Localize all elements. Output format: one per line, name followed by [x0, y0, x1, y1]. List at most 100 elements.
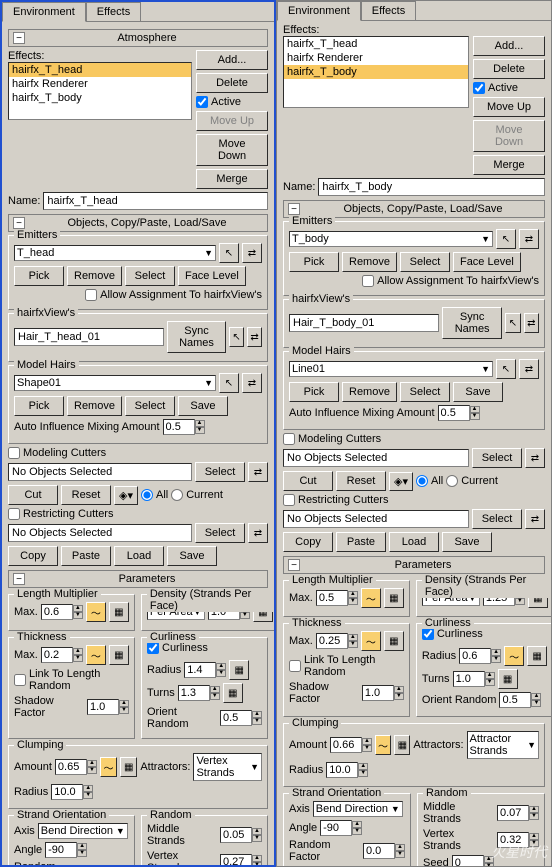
- copy-button[interactable]: Copy: [283, 532, 333, 552]
- reset-button[interactable]: Reset: [336, 471, 386, 491]
- thick-spinner[interactable]: ▲▼: [316, 633, 358, 649]
- modeling-cutters-checkbox[interactable]: Modeling Cutters: [8, 447, 106, 459]
- orient-spinner[interactable]: ▲▼: [220, 710, 262, 726]
- load-button[interactable]: Load: [389, 532, 439, 552]
- link-length-checkbox[interactable]: Link To Length Random: [289, 654, 404, 678]
- link-icon[interactable]: ⇄: [524, 313, 539, 333]
- name-input[interactable]: [318, 178, 545, 196]
- atmosphere-header[interactable]: −Atmosphere: [8, 29, 268, 47]
- pick-icon[interactable]: ↖: [219, 243, 239, 263]
- active-checkbox[interactable]: Active: [473, 82, 545, 94]
- load-button[interactable]: Load: [114, 546, 164, 566]
- save-button[interactable]: Save: [167, 546, 217, 566]
- select-button[interactable]: Select: [195, 523, 245, 543]
- auto-influence-spinner[interactable]: ▲▼: [163, 419, 205, 435]
- curve-icon[interactable]: 〜: [86, 602, 106, 622]
- collapse-icon[interactable]: −: [288, 203, 300, 215]
- list-item[interactable]: hairfx Renderer: [284, 51, 468, 65]
- collapse-icon[interactable]: −: [13, 32, 25, 44]
- pick-icon[interactable]: ↖: [496, 359, 516, 379]
- map-icon[interactable]: ▦: [528, 588, 548, 608]
- density-mode-combo[interactable]: Per Area▼: [422, 590, 480, 606]
- curliness-checkbox[interactable]: Curliness: [147, 642, 208, 654]
- auto-influence-spinner[interactable]: ▲▼: [438, 405, 480, 421]
- reset-button[interactable]: Reset: [61, 485, 111, 505]
- map-icon[interactable]: ▦: [223, 683, 243, 703]
- tab-effects[interactable]: Effects: [361, 1, 416, 20]
- max-spinner[interactable]: ▲▼: [41, 604, 83, 620]
- diamond-button[interactable]: ◈▾: [114, 486, 138, 505]
- effects-listbox[interactable]: hairfx_T_head hairfx Renderer hairfx_T_b…: [8, 62, 192, 120]
- effects-listbox[interactable]: hairfx_T_head hairfx Renderer hairfx_T_b…: [283, 36, 469, 108]
- tab-environment[interactable]: Environment: [2, 2, 86, 22]
- list-item[interactable]: hairfx Renderer: [9, 77, 191, 91]
- remove-button[interactable]: Remove: [342, 252, 397, 272]
- amount-spinner[interactable]: ▲▼: [55, 759, 97, 775]
- paste-button[interactable]: Paste: [336, 532, 386, 552]
- hairview-input[interactable]: [289, 314, 439, 332]
- parameters-header[interactable]: −Parameters: [283, 556, 545, 574]
- tab-environment[interactable]: Environment: [277, 1, 361, 21]
- radius-spinner[interactable]: ▲▼: [184, 662, 226, 678]
- list-item[interactable]: hairfx_T_head: [284, 37, 468, 51]
- map-icon[interactable]: ▦: [120, 757, 137, 777]
- clump-radius-spinner[interactable]: ▲▼: [51, 784, 93, 800]
- link-icon[interactable]: ⇄: [248, 462, 268, 482]
- select-button[interactable]: Select: [195, 462, 245, 482]
- turns-spinner[interactable]: ▲▼: [178, 685, 220, 701]
- remove-button[interactable]: Remove: [67, 396, 122, 416]
- map-icon[interactable]: ▦: [229, 660, 249, 680]
- all-radio[interactable]: All: [141, 489, 168, 501]
- angle-spinner[interactable]: ▲▼: [320, 820, 362, 836]
- active-checkbox[interactable]: Active: [196, 96, 268, 108]
- density-spinner[interactable]: ▲▼: [208, 604, 250, 620]
- current-radio[interactable]: Current: [446, 475, 498, 487]
- map-icon[interactable]: ▦: [109, 602, 129, 622]
- attractors-combo[interactable]: Vertex Strands▼: [193, 753, 262, 781]
- curve-icon[interactable]: 〜: [504, 646, 524, 666]
- cutters-input[interactable]: [8, 463, 192, 481]
- shadow-spinner[interactable]: ▲▼: [87, 699, 129, 715]
- select-button[interactable]: Select: [400, 252, 450, 272]
- save-button[interactable]: Save: [453, 382, 503, 402]
- select-button[interactable]: Select: [125, 266, 175, 286]
- pick-icon[interactable]: ↖: [219, 373, 239, 393]
- select-button[interactable]: Select: [125, 396, 175, 416]
- pick-icon[interactable]: ↖: [229, 327, 244, 347]
- allow-assign-checkbox[interactable]: Allow Assignment To hairfxView's: [362, 275, 539, 287]
- link-icon[interactable]: ⇄: [525, 509, 545, 529]
- rcutters-input[interactable]: [8, 524, 192, 542]
- curve-icon[interactable]: 〜: [361, 588, 381, 608]
- link-icon[interactable]: ⇄: [242, 373, 262, 393]
- restricting-cutters-checkbox[interactable]: Restricting Cutters: [283, 494, 388, 506]
- pick-button[interactable]: Pick: [14, 266, 64, 286]
- cutters-input[interactable]: [283, 449, 469, 467]
- hairview-input[interactable]: [14, 328, 164, 346]
- map-icon[interactable]: ▦: [527, 646, 547, 666]
- rcutters-input[interactable]: [283, 510, 469, 528]
- add-button[interactable]: Add...: [473, 36, 545, 56]
- vert-spinner[interactable]: ▲▼: [497, 832, 539, 848]
- remove-button[interactable]: Remove: [342, 382, 397, 402]
- angle-spinner[interactable]: ▲▼: [45, 842, 87, 858]
- cut-button[interactable]: Cut: [8, 485, 58, 505]
- merge-button[interactable]: Merge: [196, 169, 268, 189]
- map-icon[interactable]: ▦: [384, 631, 404, 651]
- all-radio[interactable]: All: [416, 475, 443, 487]
- emitter-combo[interactable]: T_body▼: [289, 231, 493, 247]
- move-up-button[interactable]: Move Up: [473, 97, 545, 117]
- link-icon[interactable]: ⇄: [248, 523, 268, 543]
- map-icon[interactable]: ▦: [384, 588, 404, 608]
- curve-icon[interactable]: 〜: [100, 757, 117, 777]
- axis-combo[interactable]: Bend Direction▼: [313, 801, 403, 817]
- list-item[interactable]: hairfx_T_head: [9, 63, 191, 77]
- diamond-button[interactable]: ◈▾: [389, 472, 413, 491]
- select-button[interactable]: Select: [472, 448, 522, 468]
- merge-button[interactable]: Merge: [473, 155, 545, 175]
- copy-button[interactable]: Copy: [8, 546, 58, 566]
- max-spinner[interactable]: ▲▼: [316, 590, 358, 606]
- amount-spinner[interactable]: ▲▼: [330, 737, 372, 753]
- curliness-checkbox[interactable]: Curliness: [422, 628, 483, 640]
- add-button[interactable]: Add...: [196, 50, 268, 70]
- curve-icon[interactable]: 〜: [375, 735, 391, 755]
